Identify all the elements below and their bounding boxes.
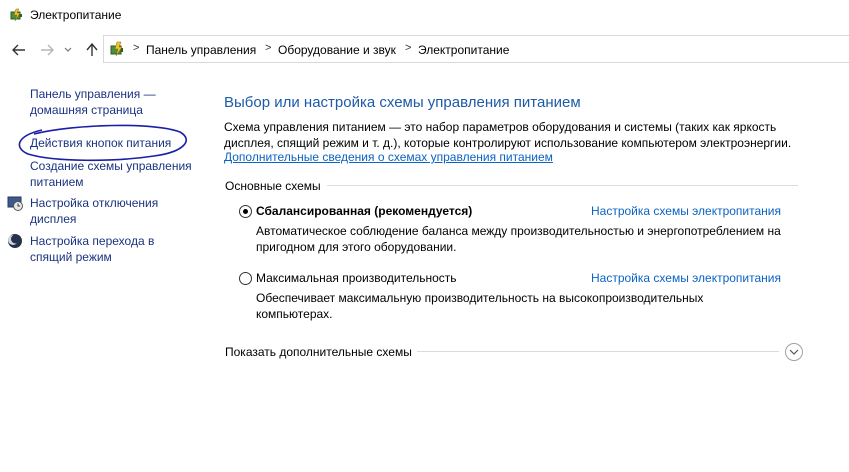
plan-description-balanced: Автоматическое соблюдение баланса между … [256,224,781,254]
plan-name-max-performance[interactable]: Максимальная производительность [256,271,457,285]
chevron-down-circle-icon[interactable] [785,343,803,361]
plan-radio-max-performance[interactable] [239,272,252,285]
control-panel-icon [109,41,127,57]
plan-settings-link-max-performance[interactable]: Настройка схемы электропитания [591,271,781,285]
page-description: Схема управления питанием — это набор па… [224,120,792,150]
plan-settings-link-balanced[interactable]: Настройка схемы электропитания [591,204,781,218]
section-divider [327,185,798,186]
page-title: Выбор или настройка схемы управления пит… [224,94,581,111]
arrow-right-icon[interactable] [38,41,56,59]
arrow-left-icon[interactable] [10,41,28,59]
title-bar: Электропитание [0,0,849,32]
window-title: Электропитание [30,8,122,22]
show-more-divider [417,351,779,352]
show-more-plans-label[interactable]: Показать дополнительные схемы [225,345,412,359]
annotation-circle [18,124,187,162]
breadcrumb-separator[interactable]: > [405,42,411,54]
plan-description-max-performance: Обеспечивает максимальную производительн… [256,291,704,321]
breadcrumb-item-hardware-sound[interactable]: Оборудование и звук [278,43,396,57]
section-label-main-plans: Основные схемы [225,179,321,193]
address-bar[interactable]: > Панель управления > Оборудование и зву… [103,35,849,63]
sidebar-item-sleep[interactable]: Настройка перехода в спящий режим [30,233,154,265]
radio-selected-dot [243,209,248,214]
power-options-icon [9,7,25,23]
plan-radio-balanced[interactable] [239,205,252,218]
sidebar-item-display-off[interactable]: Настройка отключения дисплея [30,195,158,227]
breadcrumb-item-control-panel[interactable]: Панель управления [146,43,256,57]
breadcrumb-separator: > [133,42,140,54]
breadcrumb-separator[interactable]: > [265,42,271,54]
display-timer-icon [7,195,23,211]
sidebar-home-link[interactable]: Панель управления — домашняя страница [30,86,156,118]
moon-icon [7,233,23,249]
chevron-down-icon[interactable] [62,41,74,59]
breadcrumb-item-power-options[interactable]: Электропитание [418,43,509,57]
plan-name-balanced[interactable]: Сбалансированная (рекомендуется) [256,204,472,218]
more-info-link[interactable]: Дополнительные сведения о схемах управле… [224,150,553,164]
arrow-up-icon[interactable] [83,41,101,59]
